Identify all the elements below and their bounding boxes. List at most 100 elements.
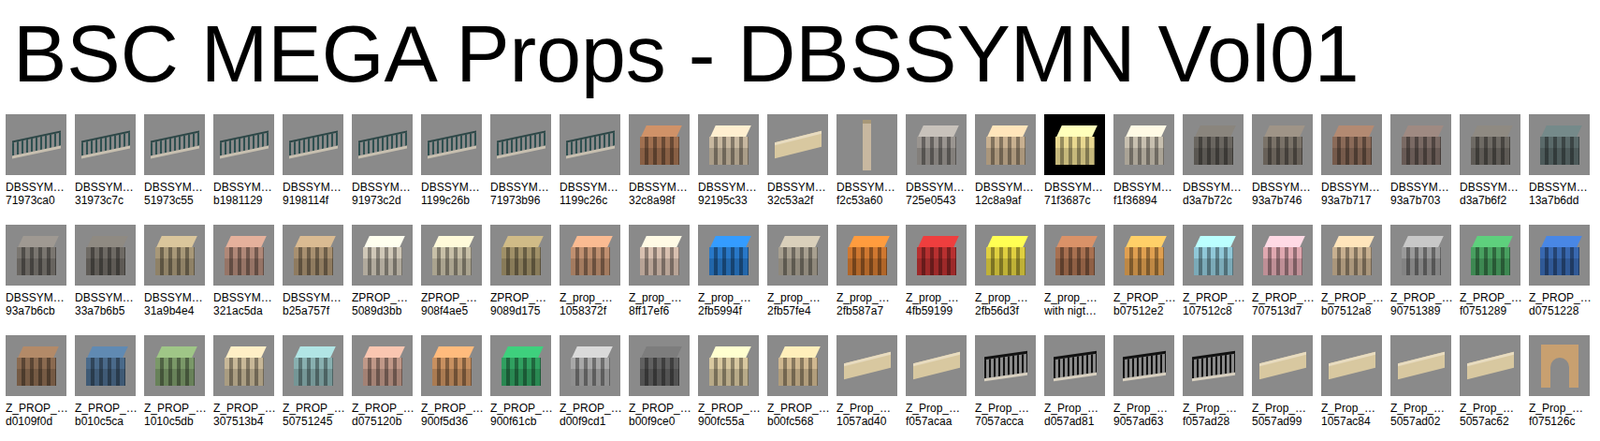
- building-icon: [86, 235, 126, 276]
- file-name: Z_PROP_…b07512e2: [1113, 290, 1177, 318]
- file-item[interactable]: DBSSYM…93a7b746: [1250, 114, 1320, 225]
- building-icon: [916, 125, 957, 165]
- file-item[interactable]: Z_Prop_…d057ad81: [1042, 334, 1112, 441]
- thumbnail: [1459, 114, 1521, 175]
- file-item[interactable]: Z_PROP_…b00fc568: [765, 334, 835, 441]
- building-icon: [501, 235, 541, 276]
- file-item[interactable]: DBSSYM…93a7b717: [1319, 114, 1389, 225]
- thumbnail: [5, 224, 67, 286]
- file-item[interactable]: Z_Prop_…7057acca: [973, 334, 1043, 441]
- file-name: DBSSYM…31a9b4e4: [144, 290, 204, 318]
- file-item[interactable]: DBSSYM…71f3687c: [1042, 114, 1112, 225]
- file-item[interactable]: DBSSYM…12c8a9af: [973, 114, 1043, 225]
- file-item[interactable]: Z_PROP_…90751389: [1388, 224, 1458, 335]
- file-item[interactable]: DBSSYM…1199c26c: [557, 114, 627, 225]
- building-icon: [709, 125, 749, 165]
- file-item[interactable]: ZPROP_…9089d175: [488, 224, 558, 335]
- file-item[interactable]: Z_PROP_…d00f9cd1: [557, 334, 627, 441]
- file-item[interactable]: DBSSYM…f2c53a60: [834, 114, 904, 225]
- file-item[interactable]: Z_PROP_…50751245: [280, 334, 350, 441]
- file-item[interactable]: Z_PROP_…707513d7: [1250, 224, 1320, 335]
- file-name: DBSSYM…71973ca0: [5, 180, 65, 207]
- file-item[interactable]: Z_Prop_…5057ac62: [1457, 334, 1528, 441]
- thumbnail: [5, 334, 67, 396]
- thumbnail: [836, 114, 898, 175]
- file-item[interactable]: Z_Prop_…5057ad02: [1388, 334, 1458, 441]
- file-item[interactable]: Z_PROP_…b00f9ce0: [626, 334, 697, 441]
- file-item[interactable]: DBSSYM…31a9b4e4: [142, 224, 212, 335]
- file-item[interactable]: Z_PROP_…f0751289: [1457, 224, 1528, 335]
- file-item[interactable]: Z_prop_…2fb56d3f: [973, 224, 1043, 335]
- file-item[interactable]: DBSSYM…71973b96: [488, 114, 558, 225]
- thumbnail: [1182, 224, 1244, 286]
- file-name: Z_PROP_…b00f9ce0: [628, 401, 692, 428]
- file-item[interactable]: Z_PROP_…b07512e2: [1111, 224, 1181, 335]
- file-item[interactable]: DBSSYM…93a7b703: [1388, 114, 1458, 225]
- file-item[interactable]: Z_prop_…4fb59199: [903, 224, 974, 335]
- file-item[interactable]: DBSSYM…321ac5da: [211, 224, 281, 335]
- file-item[interactable]: Z_PROP_…d0751228: [1527, 224, 1597, 335]
- file-item[interactable]: DBSSYM…9198114f: [280, 114, 350, 225]
- file-item[interactable]: Z_PROP_…1010c5db: [142, 334, 212, 441]
- file-item[interactable]: DBSSYM…91973c2d: [349, 114, 420, 225]
- file-item[interactable]: Z_PROP_…900f61cb: [488, 334, 558, 441]
- file-item[interactable]: ZPROP_…908f4ae5: [419, 224, 489, 335]
- file-item[interactable]: Z_prop_…with nigt…: [1042, 224, 1112, 335]
- file-item[interactable]: DBSSYM…51973c55: [142, 114, 212, 225]
- building-icon: [432, 235, 472, 276]
- thumbnail: [559, 224, 621, 286]
- file-item[interactable]: Z_Prop_…1057ac84: [1319, 334, 1389, 441]
- file-item[interactable]: DBSSYM…92195c33: [696, 114, 766, 225]
- file-name: Z_Prop_…7057acca: [974, 401, 1030, 428]
- file-item[interactable]: Z_Prop_…f075126c: [1527, 334, 1597, 441]
- file-item[interactable]: Z_PROP_…900fc55a: [696, 334, 766, 441]
- file-item[interactable]: DBSSYM…d3a7b72c: [1180, 114, 1251, 225]
- file-item[interactable]: DBSSYM…1199c26b: [419, 114, 489, 225]
- thumbnail: [1321, 114, 1382, 175]
- file-item[interactable]: DBSSYM…725e0543: [903, 114, 974, 225]
- file-item[interactable]: Z_prop_…2fb57fe4: [765, 224, 835, 335]
- file-item[interactable]: Z_PROP_…b010c5ca: [72, 334, 143, 441]
- file-item[interactable]: DBSSYM…b1981129: [211, 114, 281, 225]
- file-item[interactable]: DBSSYM…d3a7b6f2: [1457, 114, 1528, 225]
- file-item[interactable]: Z_PROP_…900f5d36: [419, 334, 489, 441]
- file-item[interactable]: Z_PROP_…107512c8: [1180, 224, 1251, 335]
- file-name: ZPROP_…5089d3bb: [351, 290, 408, 318]
- file-item[interactable]: DBSSYM…13a7b6dd: [1527, 114, 1597, 225]
- building-icon: [1124, 125, 1164, 165]
- file-item[interactable]: Z_Prop_…f057acaa: [903, 334, 974, 441]
- file-item[interactable]: DBSSYM…b25a757f: [280, 224, 350, 335]
- building-icon: [570, 346, 611, 386]
- wall-icon: [774, 130, 822, 159]
- file-item[interactable]: Z_PROP_…d0109f0d: [3, 334, 73, 441]
- building-icon: [640, 235, 680, 276]
- file-name: DBSSYM…31973c7c: [74, 180, 134, 207]
- file-item[interactable]: DBSSYM…93a7b6cb: [3, 224, 73, 335]
- file-item[interactable]: Z_PROP_…307513b4: [211, 334, 281, 441]
- file-item[interactable]: Z_prop_…2fb5994f: [696, 224, 766, 335]
- file-item[interactable]: Z_prop_…8ff17ef6: [626, 224, 697, 335]
- thumbnail: [213, 114, 275, 175]
- file-name: ZPROP_…9089d175: [490, 290, 547, 318]
- file-item[interactable]: Z_PROP_…d075120b: [349, 334, 420, 441]
- file-item[interactable]: Z_Prop_…f057ad28: [1180, 334, 1251, 441]
- file-item[interactable]: DBSSYM…32c8a98f: [626, 114, 697, 225]
- thumbnail: [282, 334, 344, 396]
- building-icon: [1055, 125, 1095, 165]
- file-name: Z_prop_…2fb57fe4: [767, 290, 821, 318]
- building-icon: [293, 346, 334, 386]
- file-item[interactable]: Z_Prop_…1057ad40: [834, 334, 904, 441]
- file-item[interactable]: Z_Prop_…5057ad99: [1250, 334, 1320, 441]
- thumbnail: [628, 114, 690, 175]
- file-item[interactable]: DBSSYM…f1f36894: [1111, 114, 1181, 225]
- file-item[interactable]: Z_Prop_…9057ad63: [1111, 334, 1181, 441]
- file-item[interactable]: DBSSYM…31973c7c: [72, 114, 143, 225]
- file-item[interactable]: DBSSYM…71973ca0: [3, 114, 73, 225]
- file-item[interactable]: Z_PROP_…b07512a8: [1319, 224, 1389, 335]
- file-item[interactable]: ZPROP_…5089d3bb: [349, 224, 420, 335]
- file-item[interactable]: DBSSYM…32c53a2f: [765, 114, 835, 225]
- building-icon: [1470, 235, 1511, 276]
- file-item[interactable]: Z_prop_…1058372f: [557, 224, 627, 335]
- file-item[interactable]: Z_prop_…2fb587a7: [834, 224, 904, 335]
- file-item[interactable]: DBSSYM…33a7b6b5: [72, 224, 143, 335]
